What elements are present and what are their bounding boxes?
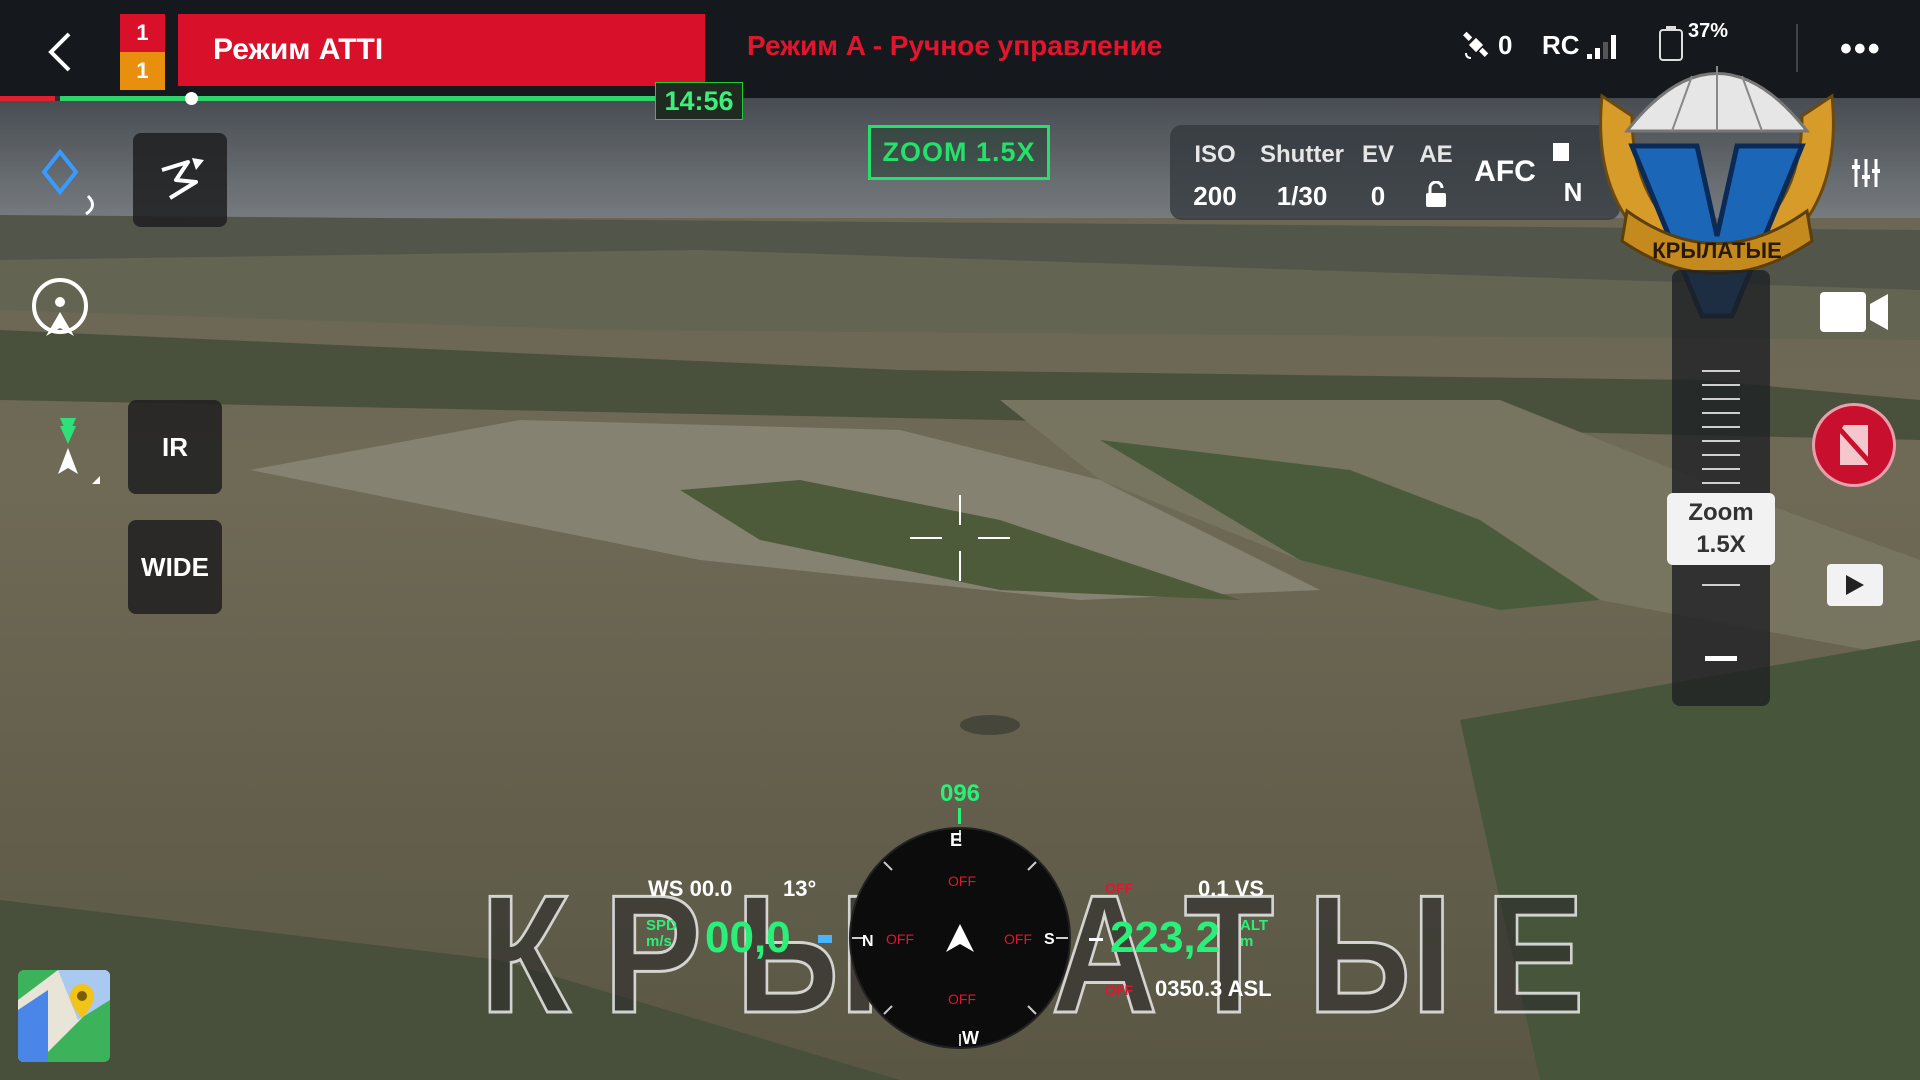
logo-text: КРЫЛАТЫЕ — [1652, 238, 1782, 263]
zoom-tick — [1702, 454, 1740, 456]
zoom-label-text: Zoom — [1688, 499, 1754, 526]
ws-value: 00.0 — [689, 876, 733, 901]
flight-mode-banner[interactable]: Режим ATTI — [178, 14, 705, 86]
altitude-asl: 0350.3 ASL — [1155, 976, 1272, 1002]
wide-mode-button[interactable]: WIDE — [128, 520, 222, 614]
control-mode-text: Режим A - Ручное управление — [747, 30, 1163, 61]
focus-mode[interactable]: AFC — [1470, 155, 1540, 189]
video-mode-button[interactable] — [1818, 290, 1890, 334]
mode-index-top: 1 — [120, 14, 165, 52]
unlock-icon — [1416, 180, 1456, 216]
shutter-setting[interactable]: Shutter 1/30 — [1256, 141, 1348, 212]
compass-status-icon — [40, 148, 110, 223]
play-icon — [1846, 575, 1864, 595]
iso-setting[interactable]: ISO 200 — [1190, 141, 1240, 212]
record-button[interactable] — [1812, 403, 1896, 487]
ae-lock[interactable]: AE — [1416, 141, 1456, 216]
zoom-tick — [1702, 440, 1740, 442]
ws-label: WS — [648, 876, 684, 901]
ai-track-button[interactable] — [133, 133, 227, 227]
wind-speed: WS 00.0 — [648, 876, 732, 902]
speed-value: 00,0 — [705, 913, 791, 962]
flight-mode-label: Режим ATTI — [213, 33, 384, 66]
vs-label: VS — [1234, 876, 1265, 901]
zoom-level-label: Zoom 1.5X — [1667, 493, 1775, 565]
playback-button[interactable] — [1827, 564, 1883, 606]
shutter-value: 1/30 — [1276, 181, 1328, 211]
compass-off-bottom: OFF — [948, 991, 976, 1007]
spd-unit: m/s — [646, 933, 672, 950]
ev-setting[interactable]: EV 0 — [1358, 141, 1398, 212]
speed-marker — [818, 935, 832, 943]
zoom-tick — [1702, 482, 1740, 484]
home-point-button[interactable] — [30, 278, 90, 347]
battery-progress-critical — [0, 96, 55, 101]
alt-unit: m — [1240, 933, 1254, 950]
speed-unit: SPD m/s — [646, 918, 677, 950]
wide-label: WIDE — [141, 551, 209, 582]
zoom-tick — [1702, 370, 1740, 372]
spd-label: SPD — [646, 917, 677, 934]
map-icon — [18, 970, 110, 1062]
off-indicator-1: OFF — [1105, 880, 1133, 896]
altitude-marker — [1089, 938, 1103, 941]
zoom-slider[interactable] — [1672, 270, 1770, 706]
sd-card-icon — [1553, 143, 1569, 161]
compass-off-left: OFF — [886, 931, 914, 947]
ae-label: AE — [1419, 141, 1453, 168]
compass-s: S — [1044, 931, 1055, 948]
alt-label: ALT — [1240, 917, 1269, 934]
vertical-speed: 0.1 VS — [1198, 876, 1264, 902]
zoom-tick — [1702, 426, 1740, 428]
asl-label: ASL — [1227, 976, 1272, 1001]
center-crosshair — [910, 495, 1010, 581]
battery-progress-fill — [60, 96, 655, 101]
aircraft-orientation-icon — [36, 418, 106, 495]
zoom-indicator: ZOOM 1.5X — [868, 125, 1050, 180]
flight-time: 14:56 — [655, 82, 743, 120]
heading-value: 096 — [939, 780, 981, 807]
ev-value: 0 — [1370, 181, 1386, 211]
satellite-count: 0 — [1498, 30, 1513, 60]
mode-index-bottom: 1 — [120, 52, 165, 90]
vs-value: 0.1 — [1198, 876, 1229, 901]
altitude-unit: ALT m — [1240, 918, 1268, 950]
route-icon — [161, 158, 204, 200]
satellite-icon — [1463, 31, 1489, 59]
compass-dial: E W N S OFF OFF OFF OFF — [849, 827, 1071, 1049]
iso-label: ISO — [1194, 141, 1236, 168]
altitude-value: 223,2 — [1110, 913, 1221, 962]
zoom-tick — [1702, 468, 1740, 470]
back-button[interactable] — [40, 28, 80, 76]
ev-label: EV — [1361, 141, 1394, 168]
zoom-tick — [1702, 398, 1740, 400]
video-camera-icon — [1820, 292, 1888, 332]
compass-e: E — [950, 830, 962, 850]
compass-w: W — [962, 1028, 979, 1048]
asl-value: 0350.3 — [1155, 976, 1223, 1001]
compass-off-top: OFF — [948, 873, 976, 889]
ir-mode-button[interactable]: IR — [128, 400, 222, 494]
zoom-tick — [1702, 384, 1740, 386]
battery-progress-marker — [185, 92, 198, 105]
ir-label: IR — [162, 431, 188, 462]
zoom-tick — [1702, 412, 1740, 414]
heading-marker — [958, 808, 961, 824]
zoom-out-button[interactable] — [1705, 656, 1737, 661]
compass-off-right: OFF — [1004, 931, 1032, 947]
map-button[interactable] — [18, 970, 110, 1062]
zoom-label-value: 1.5X — [1696, 531, 1746, 558]
off-indicator-2: OFF — [1105, 982, 1133, 998]
no-sd-card-icon — [1834, 423, 1874, 467]
chevron-left-icon — [48, 32, 71, 72]
shutter-label: Shutter — [1260, 141, 1344, 168]
home-point-icon — [32, 278, 88, 336]
zoom-tick — [1702, 584, 1740, 586]
camera-settings-panel[interactable]: ISO 200 Shutter 1/30 EV 0 AE AFC N — [1170, 125, 1620, 220]
gps-status[interactable]: 0 — [1462, 30, 1512, 61]
iso-value: 200 — [1193, 181, 1237, 211]
wind-direction: 13° — [783, 876, 817, 901]
compass-n: N — [862, 933, 874, 950]
